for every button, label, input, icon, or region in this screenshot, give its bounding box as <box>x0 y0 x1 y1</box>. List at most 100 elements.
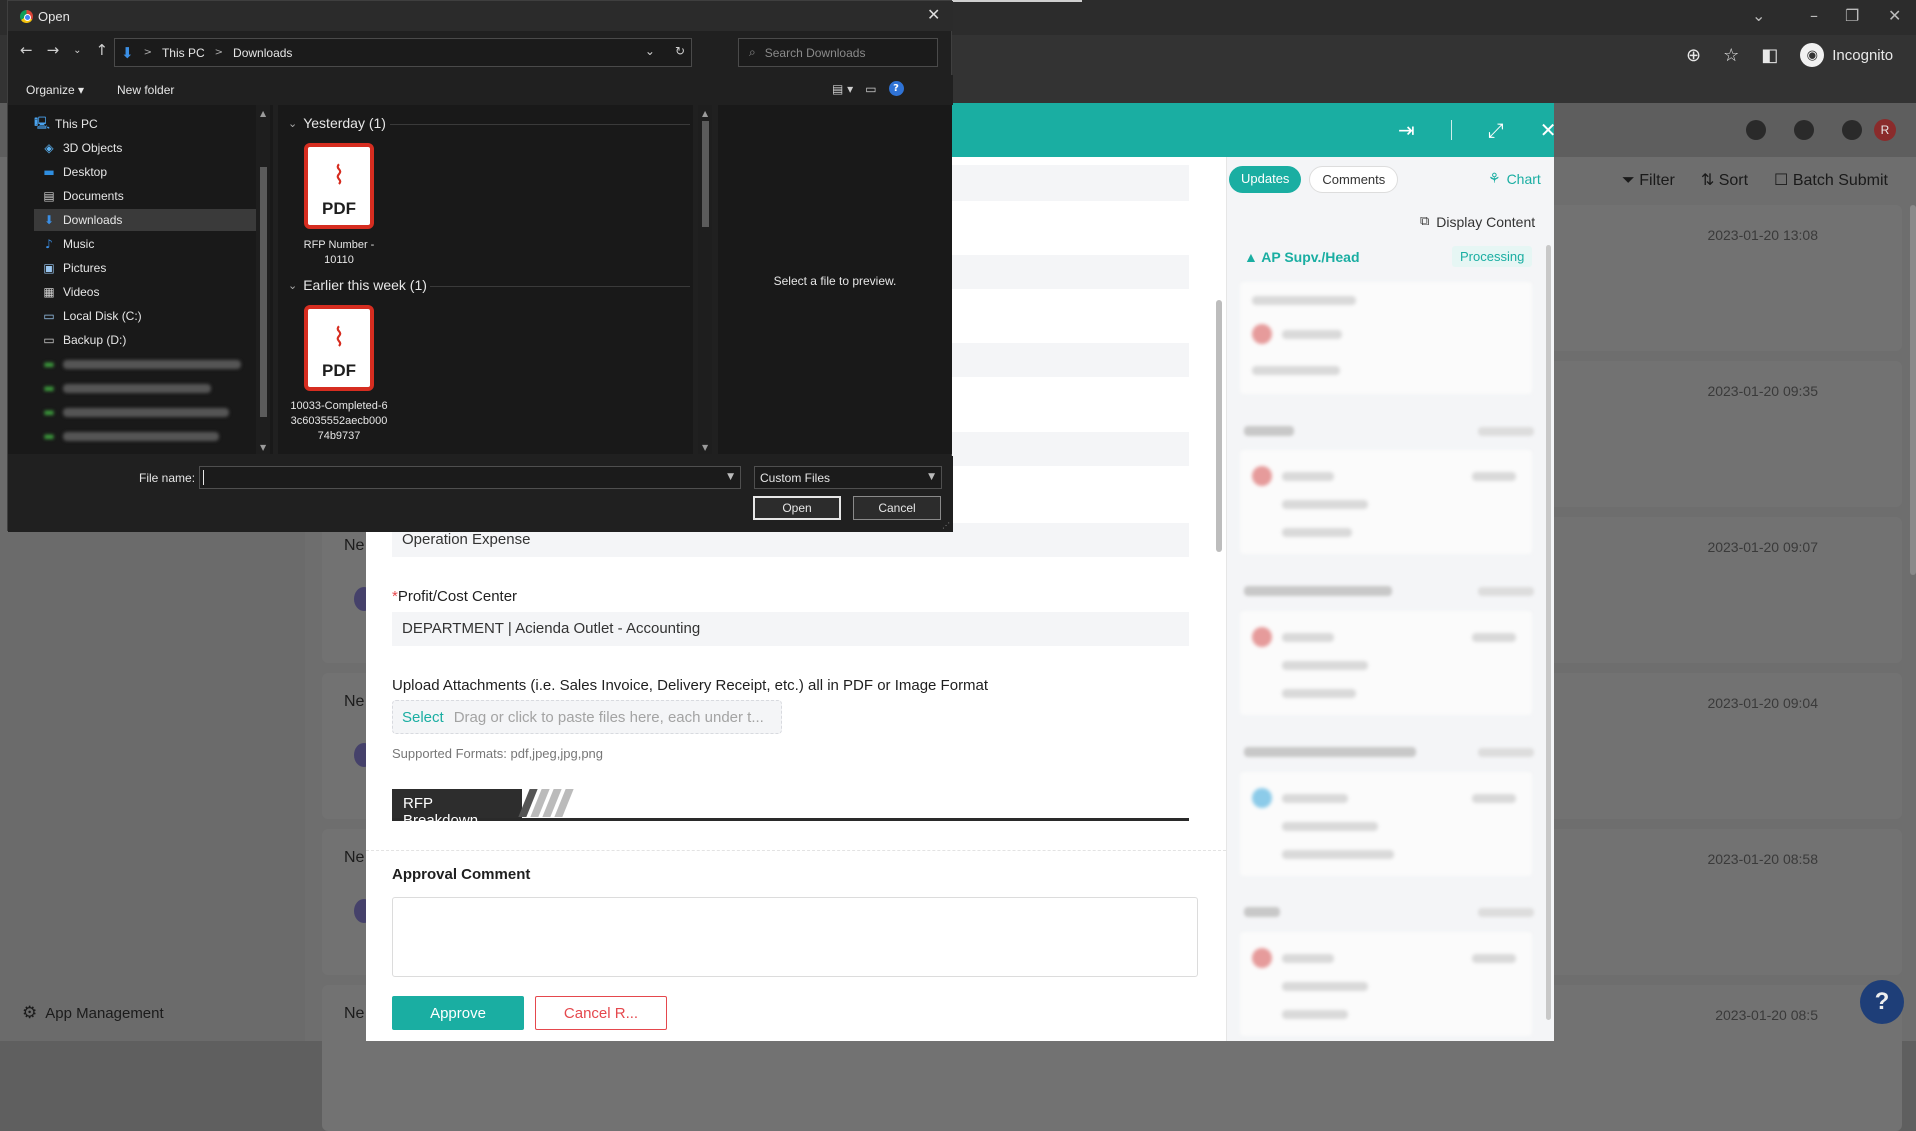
organize-button[interactable]: Organize ▾ <box>26 83 84 97</box>
file-name[interactable]: RFP Number - 10110 <box>289 238 389 268</box>
app-management-link[interactable]: ⚙ App Management <box>22 1003 164 1023</box>
text-caret <box>203 470 204 485</box>
display-content-toggle[interactable]: ⧉ Display Content <box>1420 214 1535 230</box>
cancel-request-button[interactable]: Cancel R... <box>535 996 667 1030</box>
nav-item-music[interactable]: ♪ Music <box>34 233 256 255</box>
nav-item-this-pc[interactable]: 🖳 This PC <box>26 113 248 135</box>
nav-item-videos[interactable]: ▦ Videos <box>34 281 256 303</box>
nav-item-network-drive[interactable]: ▬ <box>34 377 256 399</box>
dialog-navigation: ← → ⌄ ↑ <box>20 41 108 59</box>
chart-link[interactable]: ⚘ Chart <box>1488 171 1541 187</box>
file-name[interactable]: 10033-Completed-63c6035552aecb00074b9737 <box>289 399 389 444</box>
network-drive-icon: ▬ <box>43 381 55 395</box>
view-options-icon[interactable]: ▤ ▾ <box>832 82 853 96</box>
page-scrollbar[interactable] <box>1910 205 1916 575</box>
nav-item-backup[interactable]: ▭ Backup (D:) <box>34 329 256 351</box>
zoom-icon[interactable]: ⊕ <box>1686 45 1701 66</box>
current-stage-title[interactable]: ▲ AP Supv./Head <box>1244 249 1360 265</box>
chart-icon: ⚘ <box>1488 171 1501 187</box>
incognito-indicator[interactable]: ◉ Incognito <box>1800 43 1893 67</box>
upload-dropzone[interactable]: Select Drag or click to paste files here… <box>392 700 782 734</box>
file-scrollbar-thumb[interactable] <box>702 121 709 227</box>
nav-item-documents[interactable]: ▤ Documents <box>34 185 256 207</box>
breadcrumb-this-pc[interactable]: This PC <box>162 46 205 60</box>
minimize-icon[interactable]: ⌄ <box>1752 6 1765 25</box>
scroll-down-icon[interactable]: ▼ <box>702 443 708 452</box>
upload-select-link[interactable]: Select <box>402 709 444 726</box>
gear-icon: ⚙ <box>22 1003 38 1023</box>
form-scrollbar[interactable] <box>1216 300 1222 552</box>
group-divider <box>430 286 690 287</box>
process-scrollbar[interactable] <box>1546 245 1551 1020</box>
display-content-icon: ⧉ <box>1420 214 1430 229</box>
help-icon[interactable]: ? <box>888 81 904 96</box>
scroll-down-icon[interactable]: ▼ <box>260 443 266 452</box>
close-window-icon[interactable]: ✕ <box>1888 6 1901 25</box>
nav-item-local-disk[interactable]: ▭ Local Disk (C:) <box>34 305 256 327</box>
breadcrumb-downloads[interactable]: Downloads <box>233 46 292 60</box>
row-date: 2023-01-20 08:5 <box>1715 1007 1818 1023</box>
resize-grip-icon[interactable]: ⋰ <box>942 521 950 530</box>
picture-icon: ▣ <box>43 261 55 275</box>
restore-window-icon[interactable]: ❐ <box>1845 6 1859 25</box>
profit-center-field[interactable]: DEPARTMENT | Acienda Outlet - Accounting <box>392 612 1189 646</box>
nav-scrollbar-thumb[interactable] <box>260 167 267 417</box>
cancel-button[interactable]: Cancel <box>853 496 941 520</box>
bookmark-star-icon[interactable]: ☆ <box>1723 45 1739 66</box>
side-panel-icon[interactable]: ◧ <box>1761 45 1778 66</box>
cube-icon: ◈ <box>44 141 54 155</box>
up-icon[interactable]: ↑ <box>96 41 109 59</box>
refresh-icon[interactable]: ↻ <box>675 44 685 58</box>
filter-icon: ⏷ <box>1622 170 1635 189</box>
close-icon[interactable]: ✕ <box>927 5 940 24</box>
chrome-icon <box>20 10 33 23</box>
sort-button[interactable]: ⇅ Sort <box>1701 170 1748 190</box>
nav-item-downloads[interactable]: ⬇ Downloads <box>34 209 256 231</box>
sort-icon: ⇅ <box>1700 170 1715 189</box>
open-button[interactable]: Open <box>753 496 841 520</box>
tab-updates[interactable]: Updates <box>1229 166 1302 193</box>
minimize-window-icon[interactable]: – <box>1810 6 1818 25</box>
disk-icon: ▭ <box>43 333 55 347</box>
group-yesterday[interactable]: ⌄ Yesterday (1) <box>288 115 386 131</box>
file-type-select[interactable]: Custom Files ▼ <box>754 466 942 489</box>
filter-button[interactable]: ⏷ Filter <box>1622 170 1675 190</box>
forward-icon[interactable]: → <box>47 41 60 59</box>
group-earlier-this-week[interactable]: ⌄ Earlier this week (1) <box>288 277 427 293</box>
expand-icon[interactable]: ⤢ <box>1488 118 1504 142</box>
row-title: Ne <box>344 849 365 866</box>
scroll-up-icon[interactable]: ▲ <box>260 109 266 118</box>
scroll-up-icon[interactable]: ▲ <box>702 109 708 118</box>
nav-item-network-drive[interactable]: ▬ <box>34 401 256 423</box>
row-date: 2023-01-20 13:08 <box>1707 227 1818 243</box>
recent-locations-icon[interactable]: ⌄ <box>73 45 81 56</box>
nav-item-network-drive[interactable]: ▬ <box>34 353 256 375</box>
pdf-file-icon[interactable]: ⌇ PDF <box>304 143 374 229</box>
nav-item-pictures[interactable]: ▣ Pictures <box>34 257 256 279</box>
new-folder-button[interactable]: New folder <box>117 83 174 97</box>
app-switch-icon[interactable] <box>1746 120 1766 140</box>
approve-button[interactable]: Approve <box>392 996 524 1030</box>
chevron-down-icon[interactable]: ⌄ <box>645 44 655 58</box>
tab-comments[interactable]: Comments <box>1309 166 1399 193</box>
preview-pane-icon[interactable]: ▭ <box>865 82 876 96</box>
help-chat-button[interactable]: ? <box>1860 980 1904 1024</box>
back-icon[interactable]: ← <box>20 41 33 59</box>
approval-comment-input[interactable] <box>392 897 1198 977</box>
stage-header <box>1244 747 1416 757</box>
address-bar[interactable]: ⬇ > This PC > Downloads ⌄ ↻ <box>114 38 692 67</box>
pdf-file-icon[interactable]: ⌇ PDF <box>304 305 374 391</box>
stage-time <box>1478 908 1534 917</box>
nav-item-network-drive[interactable]: ▬ <box>34 425 256 447</box>
batch-submit-button[interactable]: ☐ Batch Submit <box>1774 170 1888 190</box>
notification-bell-icon[interactable] <box>1794 120 1814 140</box>
close-icon[interactable]: ✕ <box>1540 118 1557 142</box>
search-input[interactable]: ⌕ Search Downloads <box>738 38 938 67</box>
nav-item-3d-objects[interactable]: ◈ 3D Objects <box>34 137 256 159</box>
chevron-down-icon[interactable]: ▼ <box>727 472 734 482</box>
nav-item-desktop[interactable]: ▬ Desktop <box>34 161 256 183</box>
help-icon[interactable] <box>1842 120 1862 140</box>
user-avatar[interactable]: R <box>1874 119 1896 141</box>
collapse-panel-icon[interactable]: ⇥ <box>1398 118 1415 142</box>
file-name-input[interactable]: ▼ <box>199 466 741 489</box>
